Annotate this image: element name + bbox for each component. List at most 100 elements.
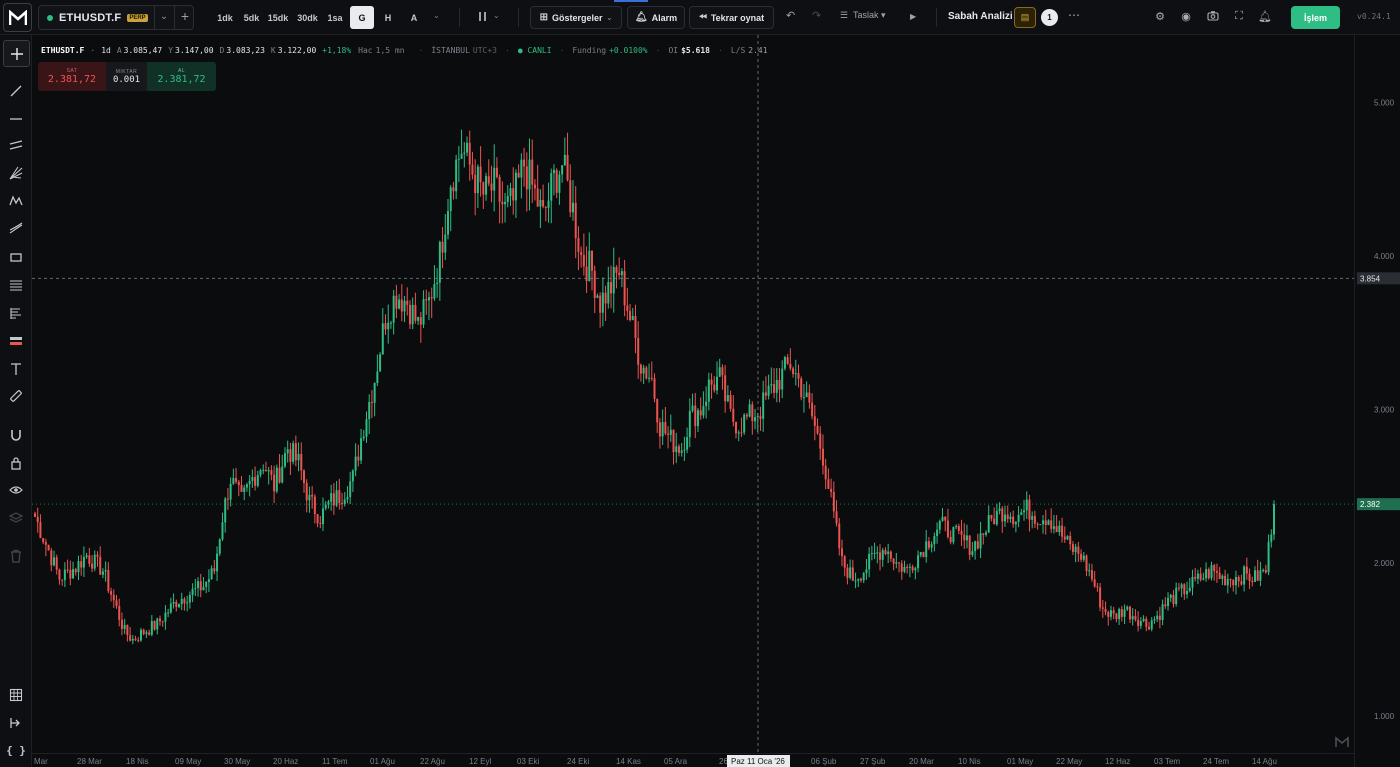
camera-icon[interactable] xyxy=(1206,10,1220,24)
eye-icon[interactable]: ◉ xyxy=(1179,10,1193,23)
timeframe-5m-button[interactable]: 5dk xyxy=(240,6,263,29)
timeframe-chevron-down-icon[interactable]: ⌄ xyxy=(433,11,440,20)
visibility-icon[interactable] xyxy=(5,479,27,501)
candle-body xyxy=(1123,609,1126,617)
candle xyxy=(851,559,854,581)
candle xyxy=(349,471,352,505)
price-axis[interactable]: 5.000 4.000 3.000 2.000 1.000 3.854 2.382 xyxy=(1354,35,1400,767)
logo-icon[interactable] xyxy=(3,3,32,32)
candle-body xyxy=(1066,535,1069,540)
position-icon[interactable] xyxy=(5,330,27,352)
candle xyxy=(270,465,273,481)
candle xyxy=(849,559,852,580)
candle xyxy=(63,562,66,588)
candle-body xyxy=(1033,516,1036,524)
notification-icon[interactable]: 🔔︎ xyxy=(1258,10,1272,23)
timeframe-1h-button[interactable]: 1sa xyxy=(324,6,346,29)
replay-button[interactable]: ⏪︎ Tekrar oynat xyxy=(689,6,774,29)
redo-icon[interactable]: ↷ xyxy=(812,9,821,22)
trade-button[interactable]: İşlem xyxy=(1291,6,1340,29)
candle xyxy=(1167,592,1170,611)
candle-body xyxy=(604,292,607,304)
script-icon[interactable]: { } xyxy=(5,739,27,761)
object-tree-icon[interactable] xyxy=(5,684,27,706)
candle-body xyxy=(830,488,833,493)
candle-body xyxy=(699,410,702,416)
candle xyxy=(645,365,648,380)
candle xyxy=(588,232,591,282)
candle-body xyxy=(835,511,838,524)
trendline-icon[interactable] xyxy=(5,80,27,102)
candle-body xyxy=(767,385,770,396)
gann-icon[interactable] xyxy=(5,302,27,324)
buy-button[interactable]: AL 2.381,72 xyxy=(147,62,216,91)
candle xyxy=(341,492,344,510)
notification-count-badge[interactable]: 1 xyxy=(1041,9,1058,26)
bar-style-icon[interactable] xyxy=(477,11,489,25)
candle xyxy=(718,358,721,377)
timeframe-week-button[interactable]: H xyxy=(377,6,399,29)
candle xyxy=(1109,605,1112,621)
fullscreen-icon[interactable]: ⛶ xyxy=(1232,10,1246,23)
indicators-button[interactable]: ⊞ Göstergeler ⌄ xyxy=(530,6,622,29)
timeframe-30m-button[interactable]: 30dk xyxy=(294,6,321,29)
pattern-icon[interactable] xyxy=(5,190,27,212)
parallel-channel-icon[interactable] xyxy=(5,134,27,156)
horizontal-line-icon[interactable] xyxy=(5,108,27,130)
candle xyxy=(838,517,841,556)
lock-icon[interactable] xyxy=(5,452,27,474)
timeframe-day-button[interactable]: G xyxy=(350,6,374,29)
candle-body xyxy=(1232,580,1235,586)
candle-body xyxy=(447,211,449,235)
candle-body xyxy=(384,323,387,330)
undo-icon[interactable]: ↶ xyxy=(786,9,795,22)
more-icon[interactable]: ⋯ xyxy=(1068,8,1080,22)
candle xyxy=(1158,606,1161,629)
trash-icon[interactable] xyxy=(5,545,27,567)
candle-body xyxy=(463,152,466,154)
draft-dropdown[interactable]: Taslak ▾ xyxy=(853,10,886,21)
timeframe-1m-button[interactable]: 1dk xyxy=(213,6,237,29)
chevron-down-icon[interactable]: ⌄ xyxy=(156,11,172,22)
sell-button[interactable]: SAT 2.381,72 xyxy=(38,62,106,91)
list-icon[interactable]: ☰ xyxy=(840,10,848,21)
candle-body xyxy=(672,429,675,453)
candle-body xyxy=(1221,575,1224,579)
replay-nav-icon[interactable] xyxy=(5,712,27,734)
candle-body xyxy=(686,437,689,450)
layout-name[interactable]: Sabah Analizi xyxy=(948,11,1013,22)
candle xyxy=(504,192,507,223)
quantity-field[interactable]: MIKTAR 0.001 xyxy=(106,62,147,91)
timeframe-month-button[interactable]: A xyxy=(403,6,425,29)
plus-icon[interactable]: + xyxy=(176,8,194,24)
candle xyxy=(476,164,479,208)
candle xyxy=(699,397,702,420)
alarm-button[interactable]: 🔔︎ Alarm xyxy=(627,6,685,29)
magnet-icon[interactable] xyxy=(5,424,27,446)
candle xyxy=(422,290,425,328)
save-icon[interactable]: ▤ xyxy=(1014,7,1036,28)
settings-icon[interactable]: ⚙ xyxy=(1153,10,1167,23)
time-axis-tick: 11 Tem xyxy=(322,757,348,766)
candle xyxy=(729,390,732,412)
candle xyxy=(612,247,615,313)
bar-style-chevron-down-icon[interactable]: ⌄ xyxy=(493,11,500,20)
timeframe-15m-button[interactable]: 15dk xyxy=(266,6,290,29)
text-icon[interactable] xyxy=(5,358,27,380)
candle xyxy=(297,442,300,472)
play-icon[interactable]: ▶ xyxy=(910,12,916,21)
time-axis[interactable]: Mar 28 Mar 18 Nis 09 May 30 May 20 Haz 11 Tem 0… xyxy=(32,753,1354,767)
legend-symbol[interactable]: ETHUSDT.F xyxy=(41,46,84,55)
brush-icon[interactable] xyxy=(5,218,27,240)
symbol-selector[interactable]: ETHUSDT.F PERP ⌄ + xyxy=(38,5,194,30)
crosshair-icon[interactable] xyxy=(3,40,30,67)
pitchfork-icon[interactable] xyxy=(5,162,27,184)
candle-body xyxy=(946,520,949,537)
fib-retracement-icon[interactable] xyxy=(5,274,27,296)
layers-icon[interactable] xyxy=(5,507,27,529)
candle-body xyxy=(577,238,580,252)
price-chart[interactable] xyxy=(32,35,1354,753)
candle xyxy=(411,297,414,330)
rectangle-icon[interactable] xyxy=(5,246,27,268)
ruler-icon[interactable] xyxy=(5,385,27,407)
